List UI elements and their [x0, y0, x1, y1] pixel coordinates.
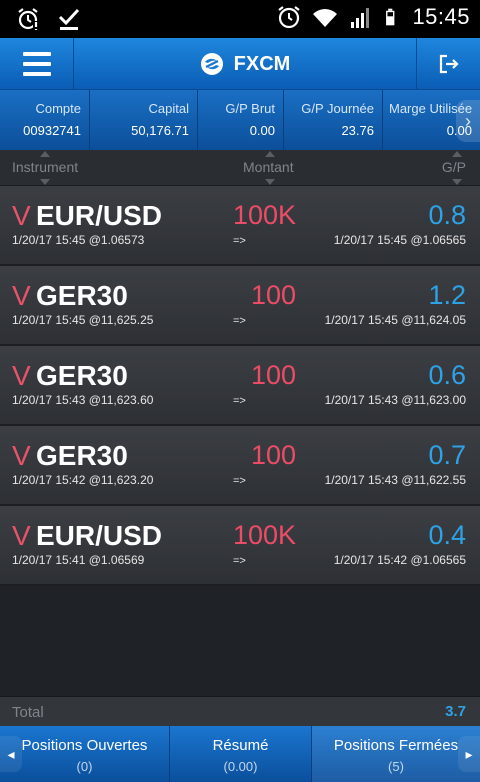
tabs-scroll-right-button[interactable]: ▸	[458, 736, 480, 772]
amount: 100K	[232, 520, 296, 550]
profit-loss: 1.2	[428, 280, 466, 310]
instrument-symbol: EUR/USD	[36, 520, 163, 551]
sort-icon	[40, 150, 50, 186]
account-col-capital: Capital 50,176.71	[90, 90, 198, 150]
logout-button[interactable]	[416, 38, 480, 90]
close-time-price: 1/20/17 15:43 @11,623.00	[324, 393, 466, 407]
profit-loss: 0.8	[428, 200, 466, 230]
amount: 100K	[232, 200, 296, 230]
open-time-price: 1/20/17 15:45 @1.06573	[12, 233, 145, 247]
row-arrow: =>	[233, 315, 246, 327]
tab-count: (0)	[76, 759, 93, 774]
side-indicator: V	[12, 360, 31, 391]
tab-count: (5)	[388, 759, 404, 774]
amount: 100	[250, 440, 296, 470]
row-arrow: =>	[233, 395, 246, 407]
table-row[interactable]: V GER30 100 1.2 1/20/17 15:45 @11,625.25…	[0, 266, 480, 346]
chevron-right-icon: ▸	[465, 745, 473, 762]
sort-icon	[452, 150, 462, 186]
signal-icon	[351, 8, 370, 28]
side-indicator: V	[12, 280, 31, 311]
positions-list: V EUR/USD 100K 0.8 1/20/17 15:45 @1.0657…	[0, 186, 480, 586]
list-empty-area	[0, 586, 480, 696]
fxcm-logo-icon	[200, 53, 223, 75]
status-clock: 15:45	[412, 4, 470, 29]
row-arrow: =>	[233, 235, 246, 247]
chevron-right-icon: ›	[465, 110, 471, 131]
account-value: 0.00	[249, 123, 275, 138]
bottom-tabs: Positions Ouvertes (0) Résumé (0.00) Pos…	[0, 726, 480, 782]
alarm-clock-icon	[278, 6, 301, 29]
instrument-symbol: GER30	[36, 440, 128, 471]
total-value: 3.7	[445, 703, 466, 720]
close-time-price: 1/20/17 15:42 @1.06565	[333, 553, 466, 567]
amount: 100	[250, 360, 296, 390]
tab-positions-fermees[interactable]: Positions Fermées (5)	[312, 726, 480, 782]
chevron-left-icon: ◂	[7, 745, 15, 762]
instrument-symbol: EUR/USD	[36, 200, 163, 231]
tab-label: Positions Fermées	[333, 737, 459, 754]
account-label: Compte	[35, 101, 81, 116]
side-indicator: V	[12, 200, 31, 231]
amount: 100	[250, 280, 296, 310]
app-title-area: FXCM	[74, 38, 416, 90]
account-col-gp-brut: G/P Brut 0.00	[198, 90, 284, 150]
logout-icon	[439, 54, 459, 74]
account-label: G/P Journée	[301, 101, 374, 116]
account-col-gp-journee: G/P Journée 23.76	[284, 90, 383, 150]
instrument-symbol: GER30	[36, 360, 128, 391]
app-title: FXCM	[233, 52, 291, 75]
account-summary: Compte 00932741 Capital 50,176.71 G/P Br…	[0, 90, 480, 150]
tab-label: Résumé	[212, 737, 269, 754]
account-col-compte: Compte 00932741	[0, 90, 90, 150]
status-bar: 15:45	[0, 0, 480, 38]
table-row[interactable]: V GER30 100 0.7 1/20/17 15:42 @11,623.20…	[0, 426, 480, 506]
close-time-price: 1/20/17 15:45 @1.06565	[333, 233, 466, 247]
instrument-symbol: GER30	[36, 280, 128, 311]
tab-positions-ouvertes[interactable]: Positions Ouvertes (0)	[0, 726, 170, 782]
tabs-scroll-left-button[interactable]: ◂	[0, 736, 22, 772]
table-header: Instrument Montant G/P	[0, 150, 480, 186]
alarm-notification-icon	[18, 8, 41, 30]
close-time-price: 1/20/17 15:45 @11,624.05	[324, 313, 466, 327]
profit-loss: 0.7	[428, 440, 466, 470]
account-scroll-right-button[interactable]: ›	[456, 100, 480, 142]
total-bar: Total 3.7	[0, 696, 480, 726]
table-row[interactable]: V EUR/USD 100K 0.8 1/20/17 15:45 @1.0657…	[0, 186, 480, 266]
open-time-price: 1/20/17 15:42 @11,623.20	[12, 473, 154, 487]
close-time-price: 1/20/17 15:43 @11,622.55	[324, 473, 466, 487]
total-label: Total	[12, 704, 44, 721]
profit-loss: 0.4	[428, 520, 466, 550]
download-done-icon	[58, 8, 80, 30]
account-label: G/P Brut	[225, 101, 275, 116]
tab-count: (0.00)	[223, 759, 258, 774]
open-time-price: 1/20/17 15:41 @1.06569	[12, 553, 145, 567]
account-value: 50,176.71	[131, 123, 189, 138]
side-indicator: V	[12, 520, 31, 551]
wifi-icon	[313, 9, 338, 27]
row-arrow: =>	[233, 475, 246, 487]
hamburger-menu-icon	[22, 49, 51, 79]
side-indicator: V	[12, 440, 31, 471]
open-time-price: 1/20/17 15:43 @11,623.60	[12, 393, 154, 407]
menu-button[interactable]	[0, 38, 74, 90]
table-row[interactable]: V EUR/USD 100K 0.4 1/20/17 15:41 @1.0656…	[0, 506, 480, 586]
open-time-price: 1/20/17 15:45 @11,625.25	[12, 313, 154, 327]
account-label: Capital	[148, 101, 189, 116]
profit-loss: 0.6	[428, 360, 466, 390]
tab-label: Positions Ouvertes	[21, 737, 148, 754]
sort-icon	[265, 150, 275, 186]
battery-icon	[386, 8, 395, 26]
account-value: 00932741	[23, 123, 81, 138]
table-row[interactable]: V GER30 100 0.6 1/20/17 15:43 @11,623.60…	[0, 346, 480, 426]
account-value: 23.76	[341, 123, 374, 138]
row-arrow: =>	[233, 555, 246, 567]
tab-resume[interactable]: Résumé (0.00)	[170, 726, 312, 782]
app-header: FXCM	[0, 38, 480, 90]
